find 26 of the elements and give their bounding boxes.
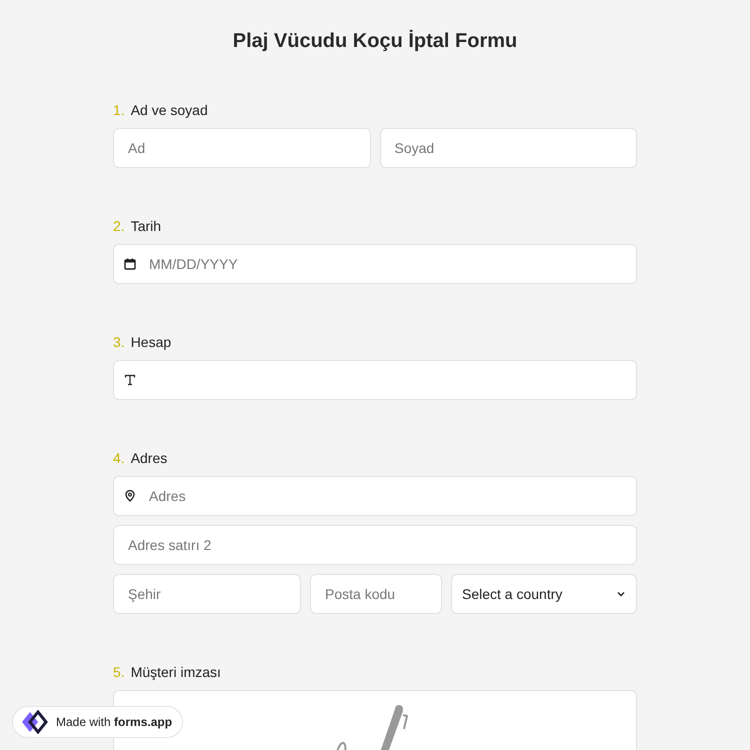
- calendar-icon: [124, 258, 136, 270]
- question-label: Tarih: [130, 218, 162, 234]
- input-field[interactable]: Soyad: [380, 128, 637, 168]
- text-type-icon: [124, 374, 136, 386]
- logo-icon: [20, 710, 50, 734]
- postal-code-field[interactable]: Posta kodu: [310, 574, 442, 614]
- question-number: 2.: [113, 218, 125, 234]
- question-number: 5.: [113, 664, 125, 680]
- question-label: Müşteri imzası: [130, 664, 221, 680]
- text-field[interactable]: [113, 360, 637, 400]
- question-number: 4.: [113, 450, 125, 466]
- address-field[interactable]: Adres: [113, 476, 637, 516]
- date-field[interactable]: MM/DD/YYYY: [113, 244, 637, 284]
- country-dropdown[interactable]: Select a country: [451, 574, 637, 614]
- question-number: 1.: [113, 102, 125, 118]
- question-label: Hesap: [130, 334, 172, 350]
- question-number: 3.: [113, 334, 125, 350]
- location-pin-icon: [124, 490, 136, 502]
- address-line-field[interactable]: Adres satırı 2: [113, 525, 637, 565]
- city-field[interactable]: Şehir: [113, 574, 301, 614]
- form-title: Plaj Vücudu Koçu İptal Formu: [232, 28, 518, 53]
- chevron-down-icon: [616, 589, 626, 599]
- question-label: Adres: [130, 450, 168, 466]
- input-field[interactable]: Ad: [113, 128, 370, 168]
- made-with-badge[interactable]: Made with forms.app: [12, 706, 184, 738]
- question-label: Ad ve soyad: [130, 102, 208, 118]
